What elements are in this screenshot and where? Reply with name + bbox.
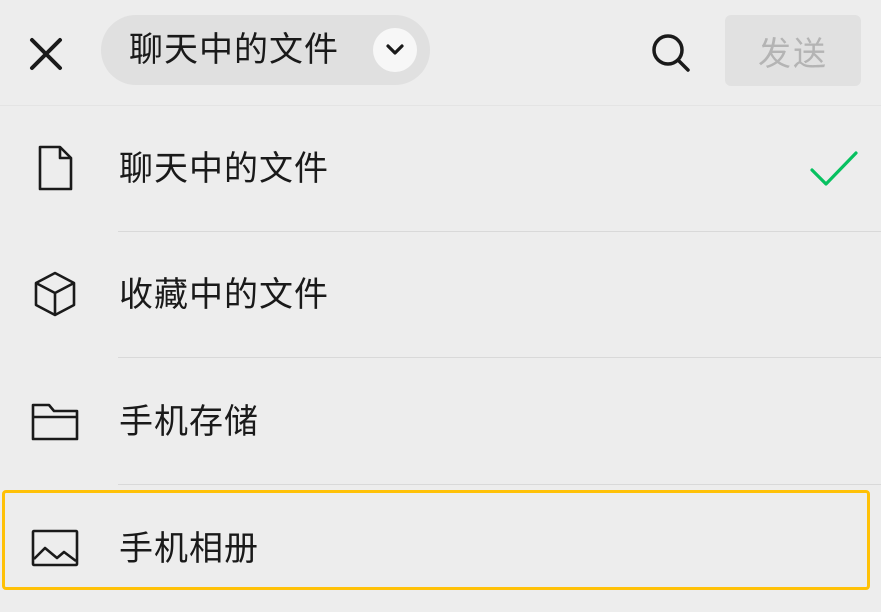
- menu-item-label: 手机相册: [119, 529, 259, 569]
- file-icon: [30, 143, 80, 193]
- checkmark-icon: [810, 151, 858, 186]
- menu-item-label: 手机存储: [119, 402, 259, 442]
- source-selector[interactable]: 聊天中的文件: [101, 15, 430, 85]
- search-icon: [652, 34, 690, 72]
- menu-item-phone-album[interactable]: 手机相册: [0, 487, 881, 612]
- row-divider: [118, 231, 881, 232]
- header-divider: [0, 105, 881, 106]
- chevron-down-icon: [373, 28, 417, 72]
- menu-item-label: 聊天中的文件: [119, 149, 329, 189]
- top-bar: 聊天中的文件 发送: [0, 0, 881, 105]
- menu-item-chat-files[interactable]: 聊天中的文件: [0, 107, 881, 232]
- row-divider: [118, 484, 881, 485]
- row-divider: [118, 357, 881, 358]
- search-button[interactable]: [645, 27, 697, 79]
- folder-icon: [30, 396, 80, 446]
- cube-icon: [30, 269, 80, 319]
- source-selector-label: 聊天中的文件: [129, 30, 339, 70]
- close-icon: [30, 38, 62, 70]
- menu-item-phone-storage[interactable]: 手机存储: [0, 360, 881, 485]
- image-icon: [30, 523, 80, 573]
- menu-item-label: 收藏中的文件: [119, 275, 329, 315]
- send-button[interactable]: 发送: [725, 15, 861, 86]
- menu-item-favorites-files[interactable]: 收藏中的文件: [0, 233, 881, 358]
- close-button[interactable]: [22, 30, 70, 78]
